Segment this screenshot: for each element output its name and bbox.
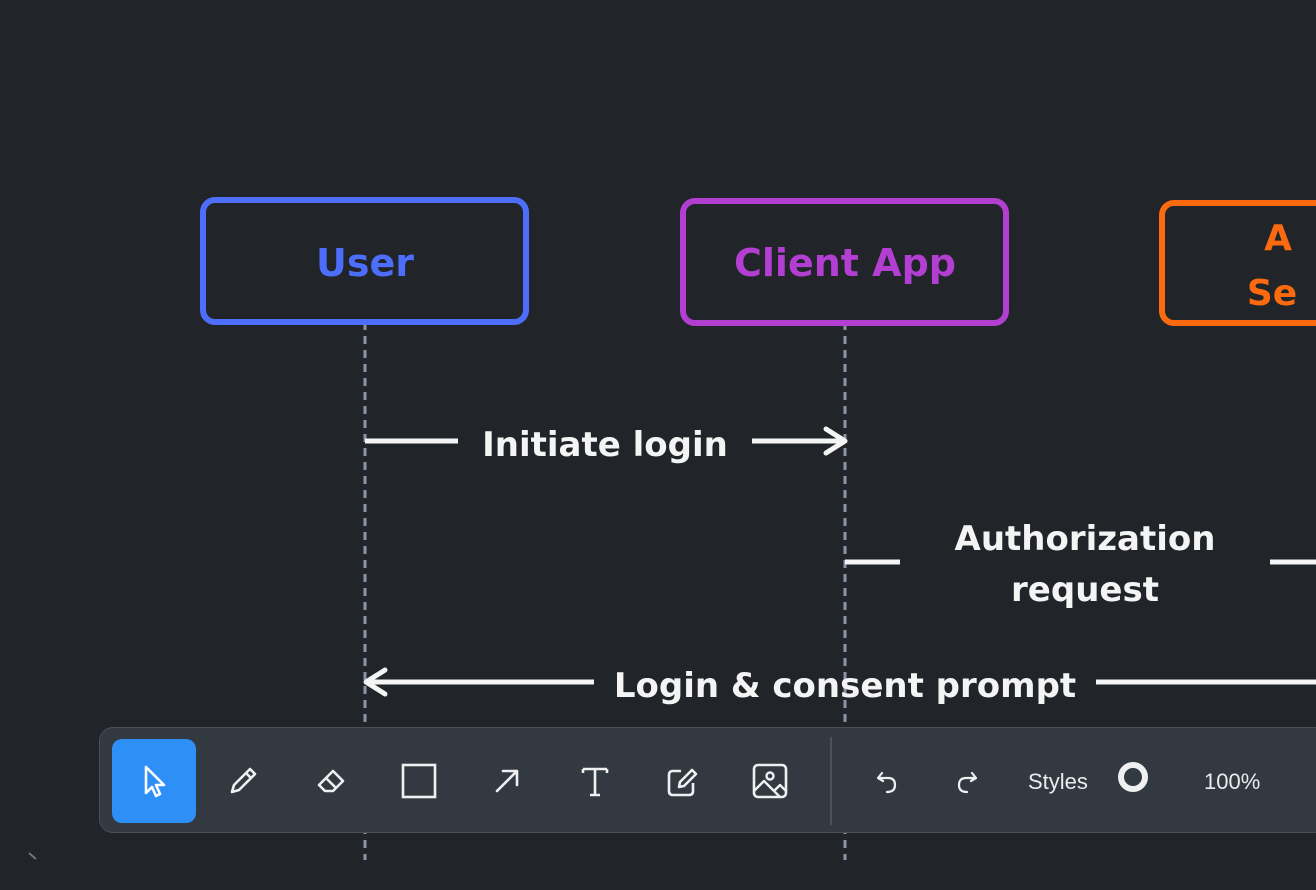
message-authorization-request[interactable]: Authorization request: [845, 519, 1316, 610]
message-authorization-request-label-line1: Authorization: [955, 519, 1216, 559]
message-login-consent-prompt[interactable]: Login & consent prompt: [363, 666, 1316, 706]
participant-user-label: User: [316, 241, 414, 285]
rectangle-icon: [401, 763, 437, 799]
resize-handle-icon: [28, 852, 37, 860]
style-swatch-icon[interactable]: [1118, 762, 1148, 792]
redo-icon: [957, 771, 978, 794]
message-initiate-login[interactable]: Initiate login: [365, 425, 848, 465]
participant-authorization-server[interactable]: A Se: [1159, 200, 1316, 326]
styles-button[interactable]: Styles: [1028, 764, 1088, 800]
participant-user[interactable]: User: [200, 197, 529, 325]
image-icon: [752, 763, 788, 799]
text-tool-button[interactable]: [553, 739, 637, 823]
select-tool-button[interactable]: [112, 739, 196, 823]
toolbar-divider: [830, 737, 832, 825]
participant-authorization-server-label-line2: Se: [1247, 273, 1297, 314]
eraser-icon: [317, 769, 345, 793]
draw-tool-button[interactable]: [201, 739, 285, 823]
message-login-consent-prompt-label: Login & consent prompt: [614, 666, 1076, 706]
participant-client-app[interactable]: Client App: [680, 198, 1009, 326]
arrow-tool-button[interactable]: [465, 739, 549, 823]
undo-button[interactable]: [865, 764, 909, 800]
image-tool-button[interactable]: [728, 739, 812, 823]
participant-client-app-label: Client App: [734, 241, 956, 285]
toolbar: Styles 100%: [99, 727, 1316, 833]
cursor-icon: [144, 765, 166, 798]
message-authorization-request-label-line2: request: [1011, 570, 1159, 610]
participant-authorization-server-label-line1: A: [1264, 218, 1292, 259]
redo-button[interactable]: [945, 764, 989, 800]
eraser-tool-button[interactable]: [289, 739, 373, 823]
zoom-level[interactable]: 100%: [1204, 764, 1260, 800]
pencil-icon: [230, 767, 257, 794]
rectangle-tool-button[interactable]: [377, 739, 461, 823]
note-tool-button[interactable]: [641, 739, 725, 823]
note-icon: [667, 768, 698, 797]
undo-icon: [876, 771, 897, 794]
arrow-icon: [495, 769, 519, 793]
message-initiate-login-label: Initiate login: [482, 425, 728, 465]
text-icon: [581, 767, 609, 797]
